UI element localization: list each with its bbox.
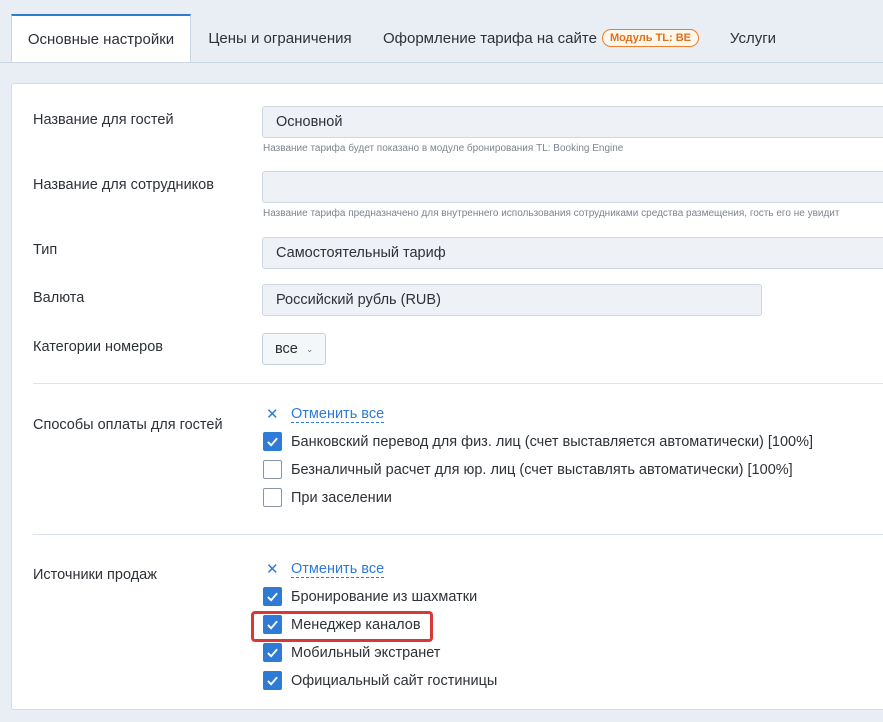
close-icon: ✕ xyxy=(266,406,279,423)
section-divider xyxy=(33,534,883,535)
currency-field: Российский рубль (RUB) xyxy=(262,284,762,316)
checkbox-label: Официальный сайт гостиницы xyxy=(291,672,498,689)
checkbox-checked[interactable] xyxy=(263,432,282,451)
highlight-frame xyxy=(251,611,433,642)
sales-source-chessboard[interactable]: Бронирование из шахматки xyxy=(263,587,477,606)
checkbox-label: Безналичный расчет для юр. лиц (счет выс… xyxy=(291,461,793,478)
checkbox-label: При заселении xyxy=(291,489,392,506)
module-badge: Модуль TL: BE xyxy=(601,29,700,47)
type-label: Тип xyxy=(33,242,58,258)
sales-cancel-all-button[interactable]: ✕ Отменить все xyxy=(266,560,385,578)
staff-name-input[interactable] xyxy=(262,171,883,203)
guest-name-input[interactable]: Основной xyxy=(262,106,883,138)
checkbox-checked[interactable] xyxy=(263,587,282,606)
tab-prices-restrictions[interactable]: Цены и ограничения xyxy=(196,14,364,62)
guest-name-label: Название для гостей xyxy=(33,112,174,128)
checkbox-label: Мобильный экстранет xyxy=(291,644,441,661)
staff-name-label: Название для сотрудников xyxy=(33,177,214,193)
checkmark-icon xyxy=(267,648,278,658)
checkbox-unchecked[interactable] xyxy=(263,460,282,479)
checkmark-icon xyxy=(267,676,278,686)
payment-cancel-all-button[interactable]: ✕ Отменить все xyxy=(266,405,385,423)
sales-source-official-site[interactable]: Официальный сайт гостиницы xyxy=(263,671,497,690)
checkmark-icon xyxy=(267,592,278,602)
tab-site-design[interactable]: Оформление тарифа на сайте Модуль TL: BE xyxy=(376,14,706,62)
checkbox-checked[interactable] xyxy=(263,643,282,662)
tab-bar: Основные настройки Цены и ограничения Оф… xyxy=(0,0,883,63)
sales-source-mobile-extranet[interactable]: Мобильный экстранет xyxy=(263,643,440,662)
payment-option-on-arrival[interactable]: При заселении xyxy=(263,488,392,507)
guest-name-hint: Название тарифа будет показано в модуле … xyxy=(263,143,624,154)
type-value: Самостоятельный тариф xyxy=(276,245,446,261)
cancel-all-label: Отменить все xyxy=(291,560,385,578)
room-categories-dropdown[interactable]: все ⌄ xyxy=(262,333,327,365)
room-categories-label: Категории номеров xyxy=(33,339,163,355)
close-icon: ✕ xyxy=(266,561,279,578)
currency-value: Российский рубль (RUB) xyxy=(276,292,441,308)
payment-option-bank-transfer[interactable]: Банковский перевод для физ. лиц (счет вы… xyxy=(263,432,813,451)
staff-name-hint: Название тарифа предназначено для внутре… xyxy=(263,208,840,219)
checkbox-unchecked[interactable] xyxy=(263,488,282,507)
tabs-divider xyxy=(0,62,883,63)
tab-label: Услуги xyxy=(729,29,777,47)
checkbox-label: Бронирование из шахматки xyxy=(291,588,478,605)
settings-panel: Название для гостей Основной Название та… xyxy=(11,83,883,710)
cancel-all-label: Отменить все xyxy=(291,405,385,423)
payment-option-cashless[interactable]: Безналичный расчет для юр. лиц (счет выс… xyxy=(263,460,793,479)
type-field: Самостоятельный тариф xyxy=(262,237,883,269)
sales-sources-label: Источники продаж xyxy=(33,567,157,583)
tab-label: Основные настройки xyxy=(27,31,175,48)
tab-main-settings[interactable]: Основные настройки xyxy=(11,14,191,63)
payment-methods-label: Способы оплаты для гостей xyxy=(33,417,223,433)
tab-label: Оформление тарифа на сайте xyxy=(382,29,597,47)
section-divider xyxy=(33,383,883,384)
tab-services[interactable]: Услуги xyxy=(714,14,792,62)
guest-name-value: Основной xyxy=(276,114,343,130)
checkbox-label: Банковский перевод для физ. лиц (счет вы… xyxy=(291,433,814,450)
currency-label: Валюта xyxy=(33,290,85,306)
chevron-down-icon: ⌄ xyxy=(305,343,314,354)
checkmark-icon xyxy=(267,437,278,447)
checkbox-checked[interactable] xyxy=(263,671,282,690)
room-categories-value: все xyxy=(275,341,298,357)
tab-label: Цены и ограничения xyxy=(208,29,352,47)
